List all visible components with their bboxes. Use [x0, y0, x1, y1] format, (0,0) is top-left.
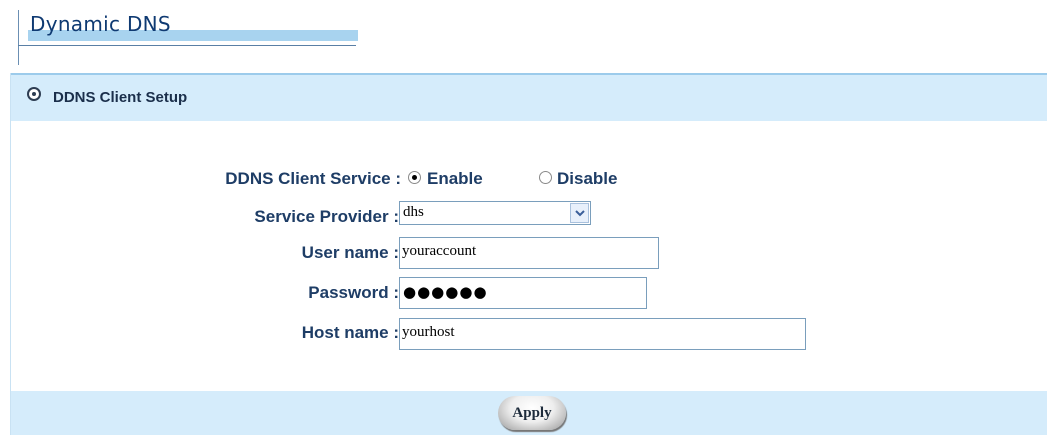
target-icon [27, 87, 41, 101]
username-input[interactable]: youraccount [399, 237, 659, 269]
disable-radio[interactable] [539, 171, 552, 184]
ddns-service-label: DDNS Client Service : [225, 169, 401, 188]
username-value: youraccount [402, 243, 477, 259]
enable-radio-label[interactable]: Enable [427, 169, 483, 189]
apply-button[interactable]: Apply [498, 396, 566, 430]
hostname-value: yourhost [402, 324, 455, 340]
username-label: User name : [301, 243, 399, 262]
service-provider-select[interactable]: dhs [399, 201, 591, 225]
password-mask: ●●●●●● [403, 283, 488, 301]
enable-radio[interactable] [408, 171, 421, 184]
password-label: Password : [308, 283, 399, 302]
password-input[interactable]: ●●●●●● [399, 277, 647, 309]
disable-radio-label[interactable]: Disable [557, 169, 617, 189]
service-provider-value: dhs [403, 204, 424, 220]
hostname-input[interactable]: yourhost [399, 318, 806, 350]
ddns-panel: DDNS Client Setup DDNS Client Service : … [10, 73, 1047, 435]
title-underline [18, 45, 356, 46]
panel-header: DDNS Client Setup [11, 73, 1047, 121]
title-vertical-line [18, 10, 19, 65]
service-provider-label: Service Provider : [254, 207, 399, 226]
hostname-label: Host name : [301, 323, 399, 342]
dropdown-button[interactable] [570, 203, 589, 223]
panel-footer: Apply [11, 391, 1047, 435]
panel-title: DDNS Client Setup [53, 89, 188, 106]
chevron-down-icon [575, 210, 585, 217]
page-title-area: Dynamic DNS [0, 0, 1047, 70]
page-title: Dynamic DNS [30, 12, 171, 36]
